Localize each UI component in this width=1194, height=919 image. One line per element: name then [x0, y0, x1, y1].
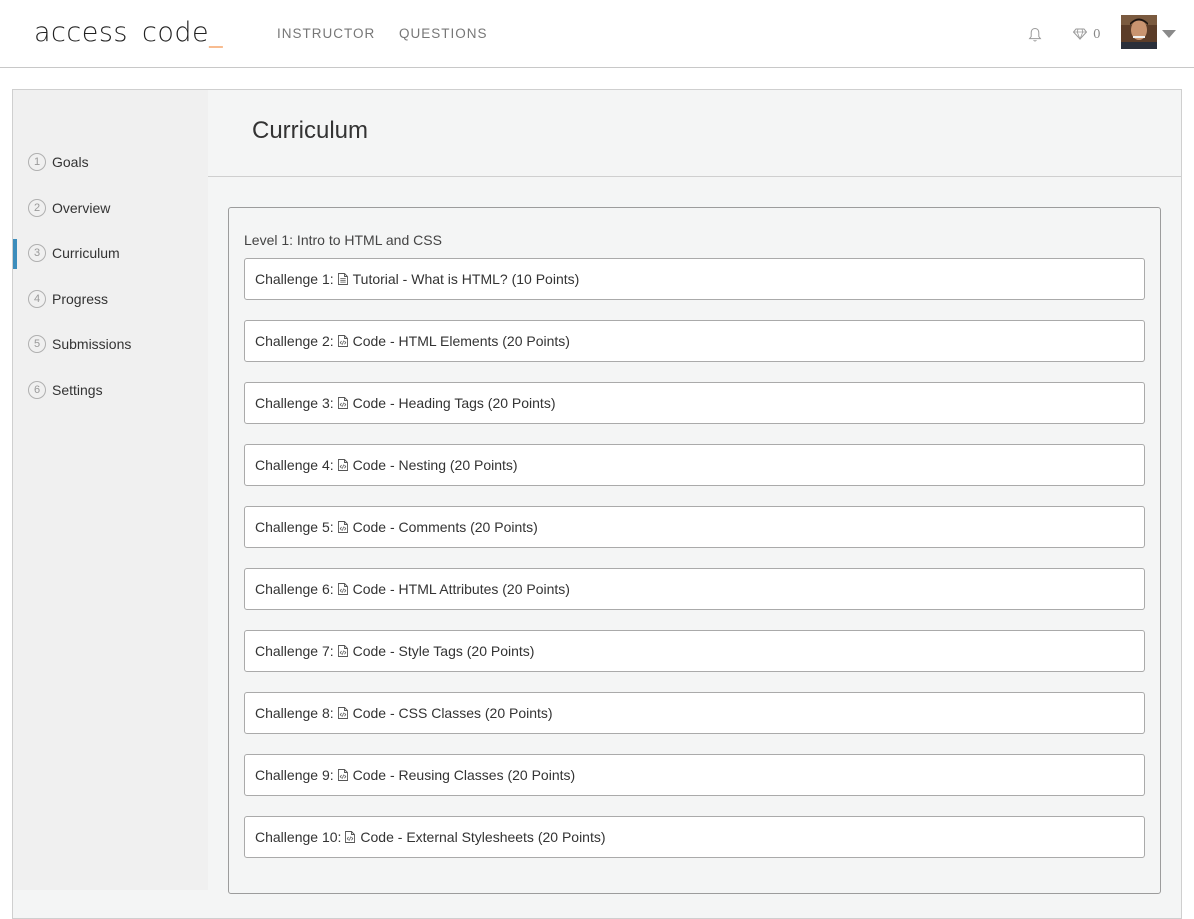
- challenge-text: Challenge 8: Code - CSS Classes (20 Point…: [255, 705, 553, 721]
- sidebar-item-overview[interactable]: 2 Overview: [13, 195, 208, 223]
- step-number: 4: [28, 290, 46, 308]
- challenge-text: Challenge 4: Code - Nesting (20 Points): [255, 457, 518, 473]
- challenge-title: Code - HTML Attributes (20 Points): [352, 581, 570, 597]
- code-file-icon: [345, 831, 356, 843]
- code-file-icon: [337, 459, 348, 471]
- challenge-row[interactable]: Challenge 7: Code - Style Tags (20 Points…: [244, 630, 1145, 672]
- challenge-text: Challenge 2: Code - HTML Elements (20 Poi…: [255, 333, 570, 349]
- avatar-portrait: [1121, 15, 1157, 49]
- avatar[interactable]: [1121, 15, 1157, 49]
- code-file-icon: [337, 769, 348, 781]
- challenge-title: Code - Heading Tags (20 Points): [352, 395, 556, 411]
- code-file-icon: [337, 521, 348, 533]
- nav-questions[interactable]: QUESTIONS: [399, 26, 488, 42]
- challenge-title: Code - External Stylesheets (20 Points): [360, 829, 606, 845]
- challenge-row[interactable]: Challenge 10: Code - External Stylesheets…: [244, 816, 1145, 858]
- sidebar-item-label: Progress: [52, 291, 109, 307]
- sidebar: 1 Goals 2 Overview 3 Curriculum 4 Progre…: [13, 90, 208, 890]
- step-number: 5: [28, 335, 46, 353]
- sidebar-item-settings[interactable]: 6 Settings: [13, 377, 208, 405]
- challenge-title: Code - CSS Classes (20 Points): [352, 705, 553, 721]
- challenge-row[interactable]: Challenge 2: Code - HTML Elements (20 Poi…: [244, 320, 1145, 362]
- challenge-row[interactable]: Challenge 3: Code - Heading Tags (20 Poin…: [244, 382, 1145, 424]
- gem-count: 0: [1093, 27, 1101, 41]
- sidebar-item-curriculum[interactable]: 3 Curriculum: [13, 239, 208, 269]
- challenge-number: Challenge 2:: [255, 333, 334, 349]
- challenge-title: Code - Comments (20 Points): [352, 519, 538, 535]
- challenge-text: Challenge 9: Code - Reusing Classes (20 P…: [255, 767, 575, 783]
- sidebar-item-progress[interactable]: 4 Progress: [13, 286, 208, 314]
- document-icon: [337, 273, 348, 285]
- challenge-number: Challenge 6:: [255, 581, 334, 597]
- challenge-text: Challenge 6: Code - HTML Attributes (20 P…: [255, 581, 570, 597]
- sidebar-item-submissions[interactable]: 5 Submissions: [13, 331, 208, 359]
- code-file-icon: [337, 707, 348, 719]
- code-file-icon: [337, 583, 348, 595]
- challenge-number: Challenge 8:: [255, 705, 334, 721]
- nav-instructor[interactable]: INSTRUCTOR: [277, 26, 375, 42]
- challenge-text: Challenge 7: Code - Style Tags (20 Points…: [255, 643, 534, 659]
- challenge-title: Code - Nesting (20 Points): [352, 457, 518, 473]
- challenge-row[interactable]: Challenge 9: Code - Reusing Classes (20 P…: [244, 754, 1145, 796]
- challenge-text: Challenge 3: Code - Heading Tags (20 Poin…: [255, 395, 555, 411]
- challenge-number: Challenge 1:: [255, 271, 334, 287]
- sidebar-item-goals[interactable]: 1 Goals: [13, 149, 208, 177]
- challenge-number: Challenge 9:: [255, 767, 334, 783]
- challenge-text: Challenge 10: Code - External Stylesheets…: [255, 829, 606, 845]
- challenge-row[interactable]: Challenge 1: Tutorial - What is HTML? (10…: [244, 258, 1145, 300]
- caret-down-icon[interactable]: [1161, 29, 1177, 39]
- bell-icon[interactable]: [1028, 27, 1042, 43]
- access-code-logo[interactable]: access code_: [34, 15, 223, 51]
- challenge-number: Challenge 4:: [255, 457, 334, 473]
- top-navbar: access code_ INSTRUCTOR QUESTIONS 0: [0, 0, 1194, 68]
- challenge-title: Tutorial - What is HTML? (10 Points): [352, 271, 580, 287]
- challenge-text: Challenge 5: Code - Comments (20 Points): [255, 519, 538, 535]
- sidebar-item-label: Goals: [52, 154, 89, 170]
- sidebar-item-label: Overview: [52, 200, 111, 216]
- level-title: Level 1: Intro to HTML and CSS: [244, 232, 442, 248]
- challenge-number: Challenge 5:: [255, 519, 334, 535]
- code-file-icon: [337, 645, 348, 657]
- challenge-number: Challenge 3:: [255, 395, 334, 411]
- code-file-icon: [337, 335, 348, 347]
- challenge-row[interactable]: Challenge 6: Code - HTML Attributes (20 P…: [244, 568, 1145, 610]
- step-number: 6: [28, 381, 46, 399]
- step-number: 3: [28, 244, 46, 262]
- logo-word-access: access: [34, 17, 128, 48]
- page-title: Curriculum: [252, 117, 369, 144]
- sidebar-item-label: Curriculum: [52, 245, 120, 261]
- step-number: 2: [28, 199, 46, 217]
- challenge-title: Code - Reusing Classes (20 Points): [352, 767, 576, 783]
- challenge-title: Code - HTML Elements (20 Points): [352, 333, 570, 349]
- challenge-row[interactable]: Challenge 4: Code - Nesting (20 Points): [244, 444, 1145, 486]
- challenge-number: Challenge 7:: [255, 643, 334, 659]
- sidebar-item-label: Submissions: [52, 336, 132, 352]
- challenge-number: Challenge 10:: [255, 829, 342, 845]
- step-number: 1: [28, 153, 46, 171]
- challenge-title: Code - Style Tags (20 Points): [352, 643, 535, 659]
- challenge-text: Challenge 1: Tutorial - What is HTML? (10…: [255, 271, 579, 287]
- challenge-row[interactable]: Challenge 5: Code - Comments (20 Points): [244, 506, 1145, 548]
- divider: [208, 176, 1181, 177]
- logo-word-code: code: [141, 17, 210, 48]
- logo-cursor: _: [209, 17, 224, 48]
- code-file-icon: [337, 397, 348, 409]
- gem-icon: [1073, 28, 1087, 40]
- challenge-row[interactable]: Challenge 8: Code - CSS Classes (20 Point…: [244, 692, 1145, 734]
- sidebar-item-label: Settings: [52, 382, 103, 398]
